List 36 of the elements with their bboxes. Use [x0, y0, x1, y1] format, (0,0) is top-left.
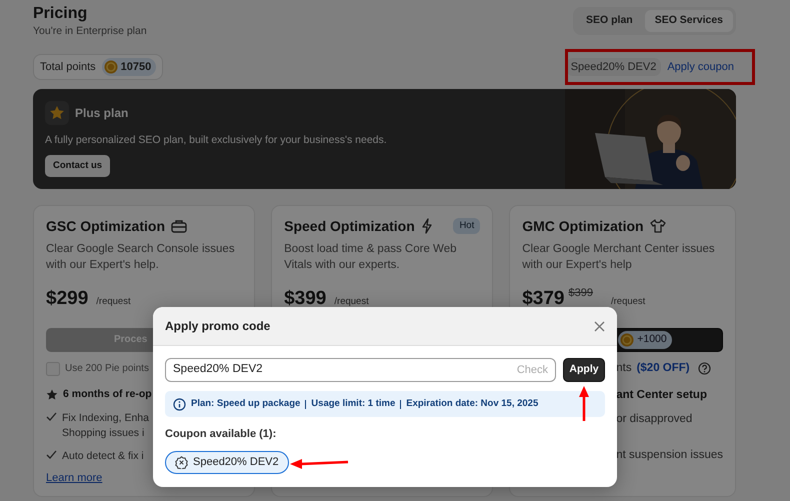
feature-text: nt suspension issues: [616, 448, 723, 463]
points-value: 10750: [120, 60, 152, 75]
points-label: Total points: [40, 60, 96, 75]
coupon-code-chip: Speed20% DEV2: [566, 58, 662, 76]
card-description: Boost load time & pass Core Web Vitals with our experts.: [284, 242, 458, 274]
hot-badge: Hot: [453, 218, 480, 234]
feature-text: Fix Indexing, Enha Shopping issues i: [62, 410, 149, 440]
info-text: Usage limit: 1 time: [311, 396, 396, 411]
banner-title: Plus plan: [75, 105, 128, 122]
price: $299: [46, 287, 88, 312]
card-title: Speed Optimization: [284, 217, 415, 236]
card-description: Clear Google Merchant Center issues with our Expert's help: [522, 242, 716, 274]
coupons-label: Coupon available (1):: [165, 427, 278, 442]
banner-text: A fully personalized SEO plan, built exclusively for your business's needs.: [45, 133, 388, 148]
feature-text: or disapproved: [616, 412, 692, 427]
discount-text: ($20 OFF): [636, 361, 690, 376]
price: $379: [522, 287, 565, 312]
card-description: Clear Google Search Console issues with our Expert's help.: [46, 242, 236, 274]
info-text: Plan: Speed up package: [191, 396, 300, 411]
price-unit: /request: [611, 295, 646, 310]
highlight-text: ant Center setup: [616, 388, 707, 403]
points-option-text: nts: [616, 361, 632, 376]
page-title: Pricing: [33, 4, 88, 24]
modal-title: Apply promo code: [165, 318, 270, 335]
price: $399: [284, 287, 326, 312]
plan-subtitle: You're in Enterprise plan: [33, 24, 147, 39]
highlight-text: 6 months of re-op: [63, 386, 152, 402]
points-option-text: Use 200 Pie points: [65, 362, 149, 376]
card-title: GMC Optimization: [522, 217, 644, 236]
points-bonus: +1000: [637, 332, 667, 347]
card-title: GSC Optimization: [46, 217, 165, 236]
old-price: $399: [568, 286, 593, 302]
price-unit: /request: [334, 295, 369, 310]
price-unit: /request: [96, 295, 131, 310]
feature-text: Auto detect & fix i: [62, 448, 144, 464]
info-text: Expiration date: Nov 15, 2025: [406, 396, 538, 411]
